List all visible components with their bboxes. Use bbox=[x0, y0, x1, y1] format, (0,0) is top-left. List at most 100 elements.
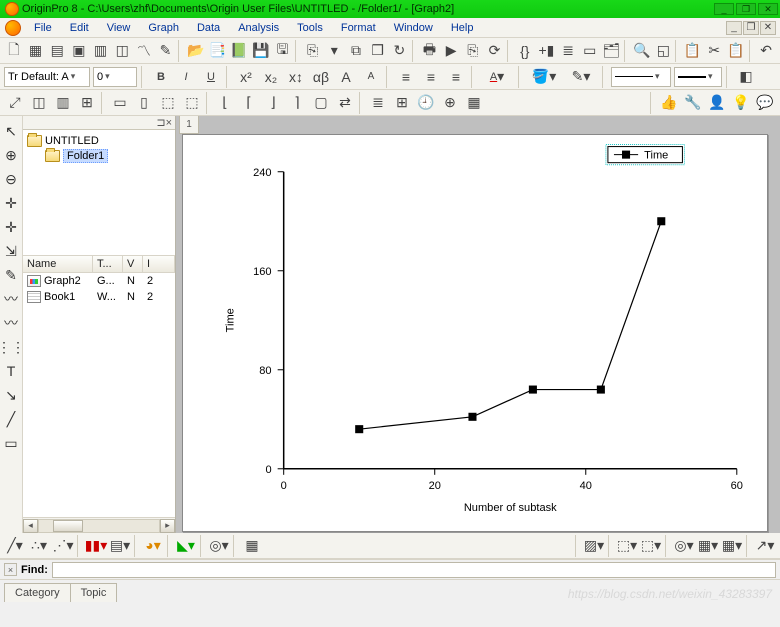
region-data-tool[interactable]: 〰 bbox=[1, 313, 21, 333]
mdi-restore-button[interactable]: ❐ bbox=[743, 21, 759, 35]
graph-page[interactable]: 0204060080160240Number of subtaskTimeTim… bbox=[182, 134, 768, 532]
draw-data-tool[interactable]: ✎ bbox=[1, 265, 21, 285]
col-view[interactable]: V bbox=[123, 256, 143, 272]
maximize-button[interactable]: ❐ bbox=[736, 3, 756, 15]
panel-close-icon[interactable]: ⊐× bbox=[156, 116, 172, 129]
layout-right-button[interactable]: ⌉ bbox=[286, 92, 308, 114]
menu-analysis[interactable]: Analysis bbox=[229, 20, 288, 36]
pointer-tool[interactable]: ↖ bbox=[1, 121, 21, 141]
superscript-button[interactable]: x² bbox=[235, 66, 257, 88]
date-time-button[interactable]: 🕘 bbox=[415, 92, 437, 114]
close-button[interactable]: ✕ bbox=[758, 3, 778, 15]
minimize-button[interactable]: _ bbox=[714, 3, 734, 15]
polar-plot-button[interactable]: ◎▾ bbox=[208, 535, 230, 557]
table-button[interactable]: ▦ bbox=[463, 92, 485, 114]
list-row[interactable]: Book1 W... N 2 bbox=[23, 289, 175, 305]
image-plot-button[interactable]: ▦▾ bbox=[697, 535, 719, 557]
vector-plot-button[interactable]: ↗▾ bbox=[754, 535, 776, 557]
add-column-button[interactable]: +▮ bbox=[537, 40, 557, 62]
xy-scale-button[interactable]: ⊞ bbox=[391, 92, 413, 114]
project-explorer-button[interactable]: 🗂 bbox=[602, 40, 622, 62]
menu-help[interactable]: Help bbox=[442, 20, 483, 36]
zoom-in-tool[interactable]: ⊕ bbox=[1, 145, 21, 165]
list-body[interactable]: Graph2 G... N 2 Book1 W... N 2 bbox=[23, 273, 175, 517]
open-template-button[interactable]: 📑 bbox=[208, 40, 228, 62]
undo-button[interactable]: ↶ bbox=[756, 40, 776, 62]
region-tool-button[interactable]: 💡 bbox=[730, 92, 752, 114]
zoom-page-button[interactable]: 🔍 bbox=[632, 40, 652, 62]
contour-button[interactable]: ◎▾ bbox=[673, 535, 695, 557]
copy-page-button[interactable]: 📋 bbox=[683, 40, 703, 62]
layout-frame-button[interactable]: ▢ bbox=[310, 92, 332, 114]
doc-system-icon[interactable] bbox=[5, 20, 21, 36]
tile-vert-button[interactable]: ⬚ bbox=[181, 92, 203, 114]
list-hscroll[interactable]: ◂ ▸ bbox=[23, 517, 175, 533]
command-window-button[interactable]: ▭ bbox=[580, 40, 600, 62]
column-plot-button[interactable]: ▮▮▾ bbox=[85, 535, 107, 557]
code-builder-button[interactable]: {} bbox=[515, 40, 535, 62]
line-color-button[interactable]: ✎▾ bbox=[564, 66, 598, 88]
cut-button[interactable]: ✂ bbox=[704, 40, 724, 62]
menu-tools[interactable]: Tools bbox=[288, 20, 332, 36]
scroll-right-button[interactable]: ▸ bbox=[160, 519, 175, 533]
greek-button[interactable]: αβ bbox=[310, 66, 332, 88]
data-selector-button[interactable]: 👤 bbox=[706, 92, 728, 114]
layer-tab[interactable]: 1 bbox=[179, 116, 199, 134]
new-project-button[interactable]: 🗋 bbox=[4, 40, 24, 62]
align-right-button[interactable]: ≡ bbox=[445, 66, 467, 88]
layout-top-button[interactable]: ⌈ bbox=[238, 92, 260, 114]
col-index[interactable]: I bbox=[143, 256, 175, 272]
new-graph-button[interactable]: ▣ bbox=[69, 40, 89, 62]
paste-button[interactable]: 📋 bbox=[726, 40, 746, 62]
matrix-plot-button[interactable]: ▦▾ bbox=[721, 535, 743, 557]
new-excel-button[interactable]: ▤ bbox=[47, 40, 67, 62]
mdi-close-button[interactable]: ✕ bbox=[760, 21, 776, 35]
menu-graph[interactable]: Graph bbox=[139, 20, 188, 36]
add-top-x-button[interactable]: ▭ bbox=[109, 92, 131, 114]
surface-plot-button[interactable]: ▨▾ bbox=[583, 535, 605, 557]
new-function-plot-button[interactable]: 〽 bbox=[134, 40, 154, 62]
template-library-button[interactable]: ▦ bbox=[241, 535, 263, 557]
mdi-minimize-button[interactable]: _ bbox=[726, 21, 742, 35]
data-selector-tool[interactable]: ⇲ bbox=[1, 241, 21, 261]
bar-plot-button[interactable]: ▤▾ bbox=[109, 535, 131, 557]
legend-button[interactable]: ≣ bbox=[367, 92, 389, 114]
line-width-dropdown[interactable]: ▾ bbox=[674, 67, 722, 87]
menu-view[interactable]: View bbox=[98, 20, 140, 36]
save-template-button[interactable]: 🖫 bbox=[273, 40, 293, 62]
arrow-tool[interactable]: ↘ bbox=[1, 385, 21, 405]
duplicate-button[interactable]: ⎘ bbox=[463, 40, 483, 62]
wire-frame-button[interactable]: ⬚▾ bbox=[640, 535, 662, 557]
save-button[interactable]: 💾 bbox=[251, 40, 271, 62]
line-tool[interactable]: ╱ bbox=[1, 409, 21, 429]
list-row[interactable]: Graph2 G... N 2 bbox=[23, 273, 175, 289]
supersub-button[interactable]: x↕ bbox=[285, 66, 307, 88]
merge-button[interactable]: ⊞ bbox=[76, 92, 98, 114]
area-plot-button[interactable]: ◣▾ bbox=[175, 535, 197, 557]
menu-format[interactable]: Format bbox=[332, 20, 385, 36]
recalculate-button[interactable]: ↻ bbox=[389, 40, 409, 62]
data-reader-button[interactable]: 🔧 bbox=[682, 92, 704, 114]
fit-page-button[interactable]: ◱ bbox=[654, 40, 674, 62]
tab-topic[interactable]: Topic bbox=[70, 583, 118, 602]
print-button[interactable]: 🖶 bbox=[420, 40, 440, 62]
tree-root[interactable]: UNTITLED bbox=[27, 134, 171, 148]
pie-plot-button[interactable]: ◕▾ bbox=[142, 535, 164, 557]
text-tool[interactable]: T bbox=[1, 361, 21, 381]
new-notes-button[interactable]: ✎ bbox=[156, 40, 176, 62]
font-size-dropdown[interactable]: 0▾ bbox=[93, 67, 137, 87]
find-close-button[interactable]: × bbox=[4, 563, 17, 576]
rescale-button[interactable]: ⤢ bbox=[4, 92, 26, 114]
find-input[interactable] bbox=[52, 562, 776, 578]
swap-xy-button[interactable]: ⇄ bbox=[334, 92, 356, 114]
new-layout-button[interactable]: ◫ bbox=[112, 40, 132, 62]
line-style-dropdown[interactable]: ▾ bbox=[611, 67, 671, 87]
import-single-ascii-button[interactable]: ▾ bbox=[324, 40, 344, 62]
font-style-dropdown[interactable]: Tr Default: A▾ bbox=[4, 67, 90, 87]
open-button[interactable]: 📂 bbox=[186, 40, 206, 62]
layout-bottom-button[interactable]: ⌊ bbox=[214, 92, 236, 114]
add-object-button[interactable]: ⊕ bbox=[439, 92, 461, 114]
open-excel-button[interactable]: 📗 bbox=[229, 40, 249, 62]
refresh-button[interactable]: ⟳ bbox=[485, 40, 505, 62]
tile-horz-button[interactable]: ⬚ bbox=[157, 92, 179, 114]
